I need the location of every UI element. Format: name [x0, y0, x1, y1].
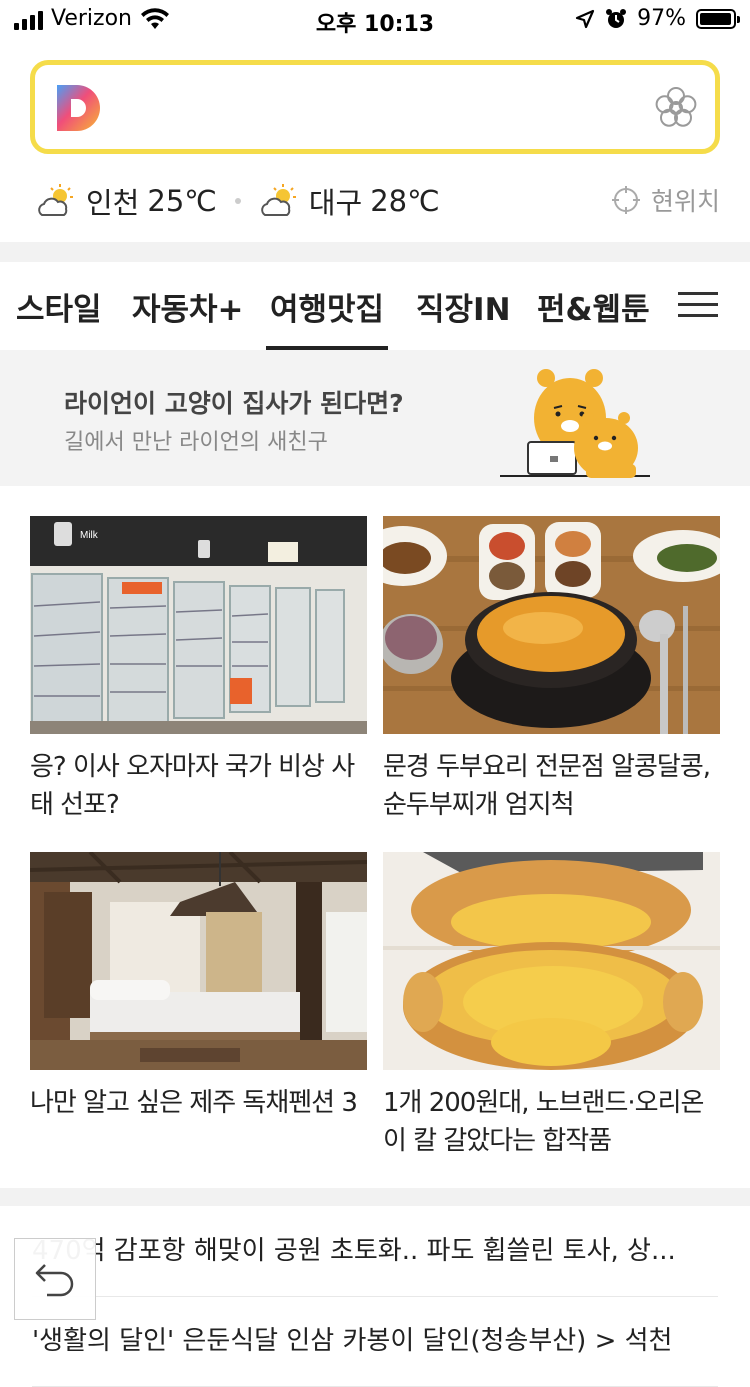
back-arrow-icon — [35, 1264, 74, 1297]
article-card[interactable]: 문경 두부요리 전문점 알콩달콩, 순두부찌개 엄지척 — [383, 516, 720, 824]
article-card[interactable]: 나만 알고 싶은 제주 독채펜션 3 — [30, 852, 367, 1122]
section-divider — [0, 1188, 750, 1206]
tab-travel-food[interactable]: 여행맛집 — [265, 284, 389, 350]
article-card[interactable]: 1개 200원대, 노브랜드·오리온이 칼 갈았다는 합작품 — [383, 852, 720, 1160]
custard-pastry-photo[interactable] — [383, 852, 720, 1070]
article-title[interactable]: 문경 두부요리 전문점 알콩달콩, 순두부찌개 엄지척 — [383, 748, 720, 824]
banner-title: 라이언이 고양이 집사가 된다면? — [64, 389, 404, 418]
hanok-bedroom-photo[interactable] — [30, 852, 367, 1070]
weather-bar: 인천 25℃ 대구 28℃ 현위치 — [36, 176, 720, 226]
flower-icon[interactable] — [653, 85, 699, 131]
back-button[interactable] — [14, 1238, 96, 1320]
news-list-item[interactable]: 470억 감포항 해맞이 공원 초토화.. 파도 휩쓸린 토사, 상... — [32, 1206, 718, 1297]
location-label: 현위치 — [650, 187, 720, 216]
article-title[interactable]: 응? 이사 오자마자 국가 비상 사태 선포? — [30, 748, 367, 824]
weather-temp: 28℃ — [370, 184, 440, 218]
tab-fun-webtoon[interactable]: 펀&웹툰 — [537, 284, 650, 329]
tab-car[interactable]: 자동차+ — [132, 284, 244, 329]
hamburger-menu-icon[interactable] — [678, 292, 718, 318]
tab-style[interactable]: 스타일 — [16, 284, 102, 329]
crosshair-icon — [611, 186, 640, 214]
article-title[interactable]: 나만 알고 싶은 제주 독채펜션 3 — [30, 1084, 367, 1122]
category-tabs: 스타일 자동차+ 여행맛집 직장IN 펀&웹툰 — [0, 262, 750, 351]
weather-item[interactable]: 인천 25℃ — [36, 180, 217, 222]
weather-item[interactable]: 대구 28℃ — [259, 180, 440, 222]
weather-separator — [234, 198, 241, 204]
promo-banner[interactable]: 라이언이 고양이 집사가 된다면? 길에서 만난 라이언의 새친구 — [0, 350, 750, 486]
weather-city: 대구 — [308, 186, 363, 220]
section-divider — [0, 242, 750, 262]
weather-temp: 25℃ — [147, 184, 217, 218]
search-box[interactable] — [30, 60, 720, 154]
ryan-with-cat-illustration — [500, 369, 650, 478]
tofu-stew-photo[interactable] — [383, 516, 720, 734]
article-title[interactable]: 1개 200원대, 노브랜드·오리온이 칼 갈았다는 합작품 — [383, 1084, 720, 1160]
partly-sunny-icon — [261, 184, 296, 216]
banner-subtitle: 길에서 만난 라이언의 새친구 — [64, 430, 328, 455]
tab-work[interactable]: 직장IN — [416, 284, 511, 329]
current-location-button[interactable]: 현위치 — [611, 182, 720, 218]
battery-percent: 97% — [637, 6, 686, 31]
daum-d-logo[interactable] — [55, 83, 105, 133]
status-right: 97% — [575, 6, 740, 31]
battery-icon — [696, 8, 740, 29]
status-bar: Verizon 오후 10:13 97% — [0, 0, 750, 40]
alarm-icon — [606, 8, 627, 28]
news-list-item[interactable]: '생활의 달인' 은둔식달 인삼 카봉이 달인(청송부산) > 석천 — [32, 1296, 718, 1387]
article-card[interactable]: Milk 응? 이사 오자마자 국가 비상 사태 선포? — [30, 516, 367, 824]
milk-sign: Milk — [80, 530, 99, 541]
empty-milk-fridges-photo[interactable]: Milk — [30, 516, 367, 734]
location-arrow-icon — [575, 9, 595, 28]
weather-city: 인천 — [86, 186, 140, 220]
partly-sunny-icon — [38, 184, 73, 216]
